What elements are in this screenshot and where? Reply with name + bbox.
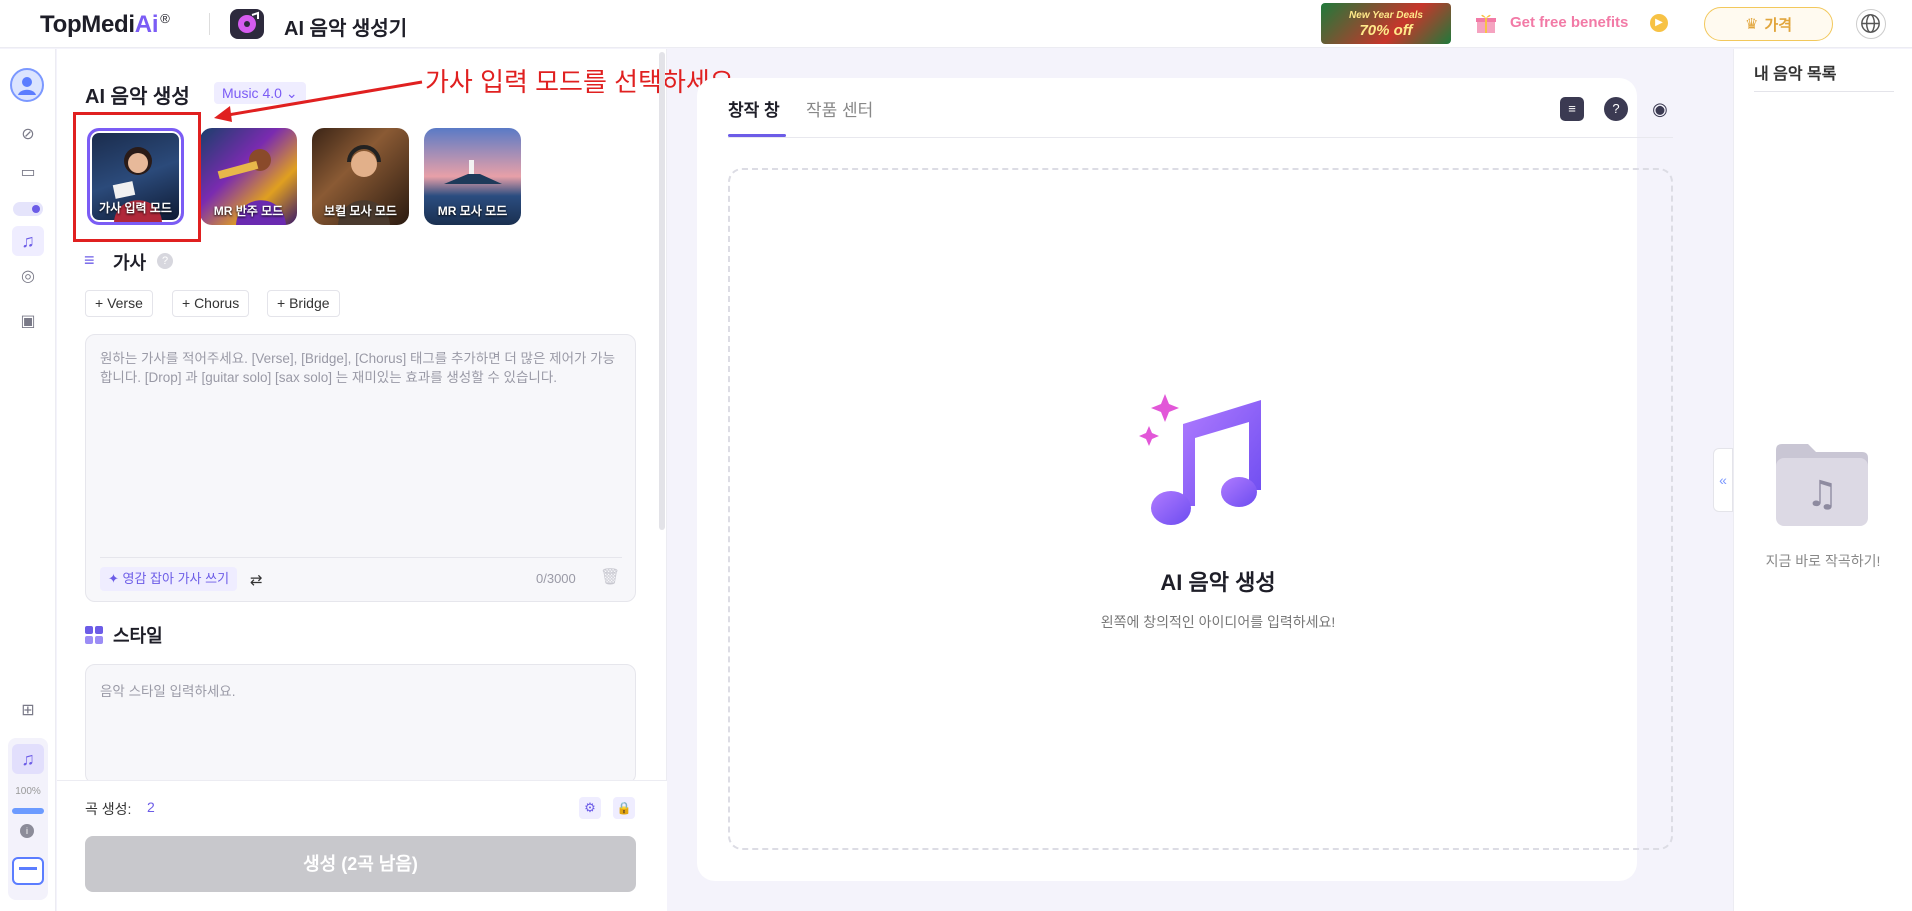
panel-title: AI 음악 생성 — [85, 86, 190, 108]
add-chorus-button[interactable]: + Chorus — [172, 290, 250, 317]
logo-ai-text: Ai — [134, 11, 159, 38]
music-disc-icon — [230, 9, 264, 39]
panel-scrollbar[interactable] — [659, 52, 665, 530]
mode-label: MR 반주 모드 — [213, 204, 284, 218]
app-title: AI 음악 생성기 — [284, 18, 408, 40]
empty-folder-icon: ♫ — [1772, 440, 1872, 530]
play-arrow-icon: ▶ — [1650, 14, 1668, 32]
annotation-highlight-box — [73, 112, 201, 242]
annotation-text: 가사 입력 모드를 선택하세요. — [425, 67, 741, 97]
compose-now-text: 지금 바로 작곡하기! — [1765, 553, 1881, 569]
song-count-value: 2 — [147, 799, 155, 815]
empty-state-subtitle: 왼쪽에 창의적인 아이디어를 입력하세요! — [1100, 614, 1336, 630]
toolbox-icon[interactable]: ▣ — [17, 311, 39, 333]
folder-icon[interactable]: ▭ — [17, 162, 39, 184]
new-year-promo-banner[interactable]: New Year Deals 70% off — [1321, 3, 1451, 44]
svg-text:♫: ♫ — [1806, 474, 1838, 515]
mode-label: 보컬 모사 모드 — [324, 204, 397, 218]
price-button[interactable]: ♛ 가격 — [1704, 7, 1833, 41]
shuffle-icon[interactable]: ⇄ — [250, 571, 263, 589]
usage-percent: 100% — [15, 786, 41, 797]
lyrics-section-title: 가사 — [113, 253, 147, 273]
collapse-panel-button[interactable]: « — [1713, 448, 1733, 512]
get-free-benefits-link[interactable]: Get free benefits — [1510, 14, 1628, 31]
music-note-active-icon[interactable]: ♫ — [12, 744, 44, 774]
topmediai-logo[interactable]: TopMediAi ® — [40, 11, 170, 39]
music-note-illustration-icon — [1135, 390, 1265, 530]
info-icon[interactable]: i — [20, 824, 34, 838]
task-list-icon[interactable]: ≡ — [1560, 97, 1584, 121]
sparkle-icon: ✦ — [108, 571, 123, 586]
mode-mr-accompaniment[interactable]: MR 반주 모드 — [200, 128, 297, 225]
question-icon[interactable]: ? — [1604, 97, 1628, 121]
add-verse-button[interactable]: + Verse — [85, 290, 153, 317]
promo-line2: 70% off — [1359, 22, 1413, 39]
lyrics-inspiration-button[interactable]: ✦ 영감 잡아 가사 쓰기 — [100, 567, 238, 591]
song-count-label: 곡 생성: — [85, 801, 132, 817]
tab-works-center[interactable]: 작품 센터 — [806, 96, 873, 121]
mode-label: MR 모사 모드 — [437, 204, 508, 218]
empty-state-title: AI 음악 생성 — [1160, 570, 1276, 595]
annotation-arrow — [214, 80, 423, 122]
tab-create[interactable]: 창작 창 — [728, 96, 780, 121]
vinyl-icon[interactable]: ◎ — [17, 266, 39, 288]
rail-toggle-switch[interactable] — [13, 202, 43, 216]
discord-icon[interactable]: ◉ — [1648, 97, 1672, 121]
inspiration-label: 영감 잡아 가사 쓰기 — [122, 571, 230, 586]
compass-icon[interactable]: ⊘ — [17, 124, 39, 146]
gear-icon[interactable]: ⚙ — [579, 797, 601, 819]
add-bridge-button[interactable]: + Bridge — [267, 290, 340, 317]
style-placeholder: 음악 스타일 입력하세요. — [100, 684, 236, 699]
style-section-title: 스타일 — [113, 626, 163, 646]
trash-icon[interactable]: 🗑 — [600, 569, 620, 587]
music-note-icon[interactable]: ♫ — [12, 226, 44, 256]
mode-vocal-imitation[interactable]: 보컬 모사 모드 — [312, 128, 409, 225]
generate-button[interactable]: 생성 (2곡 남음) — [85, 836, 636, 892]
lock-icon[interactable]: 🔒 — [613, 797, 635, 819]
apps-grid-icon[interactable]: ⊞ — [17, 700, 39, 722]
lyrics-list-icon: ≡ — [84, 250, 95, 270]
card-icon[interactable] — [12, 857, 44, 885]
logo-text: TopMedi — [40, 11, 135, 38]
user-avatar[interactable] — [10, 68, 44, 102]
active-tab-indicator — [728, 134, 786, 137]
my-music-title: 내 음악 목록 — [1754, 66, 1837, 83]
gift-icon — [1474, 11, 1498, 35]
price-button-label: 가격 — [1764, 16, 1793, 34]
help-icon[interactable]: ? — [157, 253, 173, 269]
lyrics-placeholder: 원하는 가사를 적어주세요. [Verse], [Bridge], [Choru… — [100, 351, 615, 385]
lyrics-char-count: 0/3000 — [536, 571, 576, 586]
tabs-divider — [728, 137, 1673, 138]
promo-line1: New Year Deals — [1349, 10, 1423, 21]
language-globe-icon[interactable] — [1856, 9, 1886, 39]
logo-registered: ® — [160, 11, 170, 26]
style-grid-icon — [85, 626, 103, 644]
crown-icon: ♛ — [1744, 16, 1759, 33]
usage-bar — [12, 808, 44, 814]
divider — [1754, 91, 1894, 92]
mode-mr-imitation[interactable]: MR 모사 모드 — [424, 128, 521, 225]
divider — [100, 557, 622, 558]
header-divider — [209, 13, 210, 35]
